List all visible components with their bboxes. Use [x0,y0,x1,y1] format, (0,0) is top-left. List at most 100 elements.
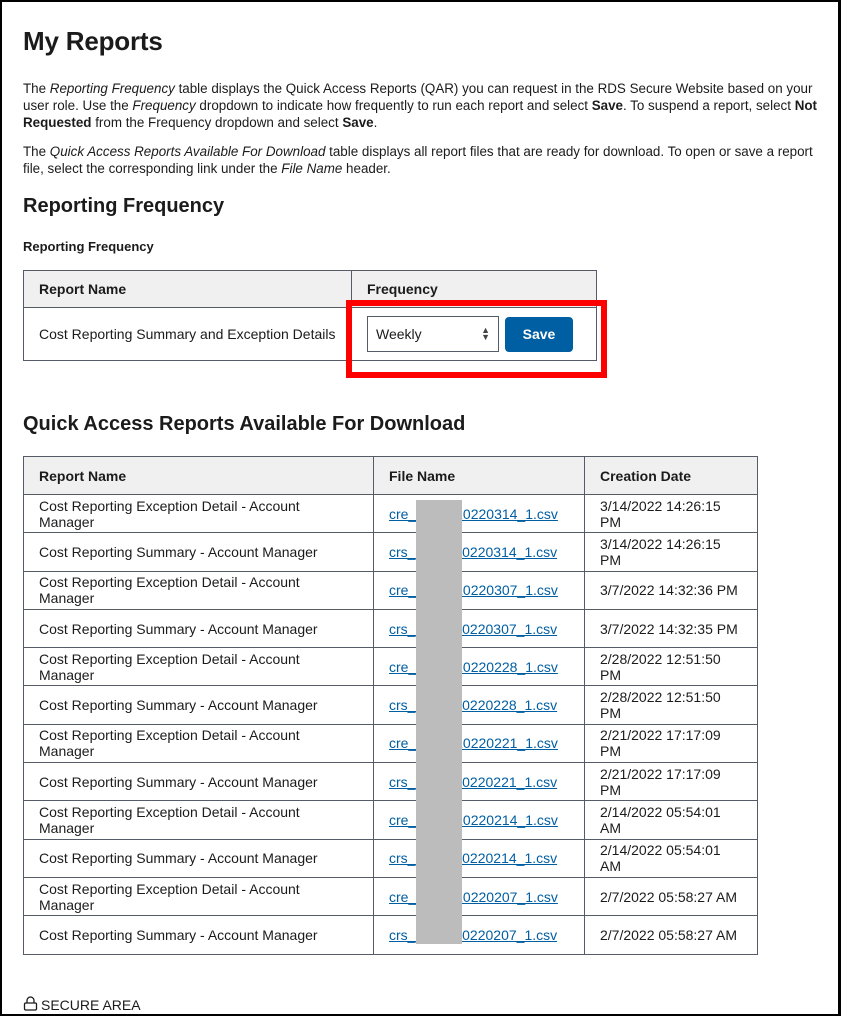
file-prefix: cre_ [389,582,417,599]
file-name-cell: cre_ _20220214_1.csv [373,800,585,840]
report-name-cell: Cost Reporting Exception Detail - Accoun… [23,800,374,840]
column-header-frequency: Frequency [351,270,597,308]
file-prefix: cre_ [389,812,417,829]
report-name-cell: Cost Reporting Summary - Account Manager [23,915,374,955]
file-suffix: _20220207_1.csv [447,888,558,905]
file-prefix: crs_ [389,773,416,790]
creation-date-cell: 2/7/2022 05:58:27 AM [584,915,758,955]
file-name-cell: crs_ _20220307_1.csv [373,608,585,649]
file-download-link[interactable]: cre_ _20220207_1.csv [389,889,558,905]
page-frame: My Reports The Reporting Frequency table… [0,0,841,1016]
creation-date-cell: 2/7/2022 05:58:27 AM [584,876,758,917]
report-name-cell: Cost Reporting Exception Detail - Accoun… [23,876,374,917]
file-prefix: cre_ [389,735,417,752]
column-header-report-name: Report Name [23,270,352,308]
text: header. [342,161,391,176]
frequency-select[interactable]: Weekly ▲ ▼ [367,316,499,352]
table-row: Cost Reporting Summary - Account Manager… [23,915,758,955]
report-name-cell: Cost Reporting Exception Detail - Accoun… [23,570,374,610]
creation-date-cell: 3/7/2022 14:32:35 PM [584,608,758,649]
report-name-cell: Cost Reporting Summary - Account Manager [23,838,374,878]
file-download-link[interactable]: crs_ _20220314_1.csv [389,544,557,560]
downloads-table: Report Name File Name Creation Date Cost… [23,456,758,955]
file-suffix: _20220221_1.csv [446,773,558,790]
creation-date-cell: 2/21/2022 17:17:09 PM [584,762,758,802]
table-row: Cost Reporting Summary - Account Manager… [23,608,758,649]
frequency-select-value: Weekly [376,326,422,342]
lock-icon [23,996,38,1014]
report-name-cell: Cost Reporting Summary - Account Manager [23,685,374,725]
text: dropdown to indicate how frequently to r… [195,98,592,113]
creation-date-cell: 2/14/2022 05:54:01 AM [584,800,758,840]
reporting-frequency-caption: Reporting Frequency [23,239,154,254]
text: . [373,115,378,130]
table-row: Cost Reporting Summary - Account Manager… [23,685,758,725]
table-header-row: Report Name File Name Creation Date [23,456,758,495]
report-name-cell: Cost Reporting Summary - Account Manager [23,762,374,802]
report-name-cell: Cost Reporting Exception Detail - Accoun… [23,647,374,687]
file-download-link[interactable]: crs_ _20220214_1.csv [389,850,557,866]
table-row: Cost Reporting Summary - Account Manager… [23,532,758,572]
text: from the Frequency dropdown and select [91,115,343,130]
file-suffix: _20220221_1.csv [447,735,558,752]
text: . To suspend a report, select [622,98,795,113]
frequency-cell: Weekly ▲ ▼ Save [351,307,597,361]
file-suffix: _20220214_1.csv [446,850,558,867]
file-name-cell: cre_ _20220314_1.csv [373,493,585,534]
file-name-cell: cre_ _20220221_1.csv [373,723,585,764]
file-download-link[interactable]: cre_ _20220228_1.csv [389,659,558,675]
secure-area-indicator: SECURE AREA [23,996,141,1014]
save-button[interactable]: Save [505,316,573,352]
file-download-link[interactable]: cre_ _20220214_1.csv [389,812,558,828]
select-updown-icon: ▲ ▼ [481,325,490,342]
report-name-cell: Cost Reporting Exception Detail - Accoun… [23,723,374,764]
file-download-link[interactable]: cre_ _20220314_1.csv [389,506,558,522]
file-name-cell: cre_ _20220207_1.csv [373,876,585,917]
file-suffix: _20220228_1.csv [446,697,558,714]
file-name-cell: crs_ _20220314_1.csv [373,532,585,572]
table-row: Cost Reporting Summary - Account Manager… [23,838,758,878]
table-row: Cost Reporting Summary - Account Manager… [23,762,758,802]
report-name-cell: Cost Reporting Summary - Account Manager [23,608,374,649]
text-italic: File Name [281,161,343,176]
file-download-link[interactable]: crs_ _20220228_1.csv [389,697,557,713]
column-header-file-name: File Name [373,456,585,495]
text: The [23,81,50,96]
file-suffix: _20220228_1.csv [447,658,558,675]
file-suffix: _20220307_1.csv [446,620,558,637]
intro-paragraph-downloads: The Quick Access Reports Available For D… [23,143,833,177]
file-download-link[interactable]: crs_ _20220207_1.csv [389,927,557,943]
report-name-cell: Cost Reporting Summary and Exception Det… [23,307,352,361]
table-row: Cost Reporting Exception Detail - Accoun… [23,800,758,840]
file-download-link[interactable]: crs_ _20220307_1.csv [389,621,557,637]
file-download-link[interactable]: cre_ _20220307_1.csv [389,582,558,598]
creation-date-cell: 2/14/2022 05:54:01 AM [584,838,758,878]
text-italic: Quick Access Reports Available For Downl… [49,144,326,159]
creation-date-cell: 3/14/2022 14:26:15 PM [584,493,758,534]
creation-date-cell: 2/28/2022 12:51:50 PM [584,685,758,725]
redaction-block [416,500,462,944]
text-bold: Save [591,98,623,113]
table-row: Cost Reporting Exception Detail - Accoun… [23,647,758,687]
text: The [23,144,50,159]
creation-date-cell: 2/28/2022 12:51:50 PM [584,647,758,687]
file-prefix: crs_ [389,850,416,867]
file-name-cell: cre_ _20220228_1.csv [373,647,585,687]
file-suffix: _20220314_1.csv [447,505,558,522]
file-prefix: cre_ [389,888,417,905]
report-name-cell: Cost Reporting Summary - Account Manager [23,532,374,572]
column-header-creation-date: Creation Date [584,456,758,495]
file-suffix: _20220307_1.csv [447,582,558,599]
intro-paragraph-frequency: The Reporting Frequency table displays t… [23,80,833,131]
reporting-frequency-table: Report Name Frequency Cost Reporting Sum… [23,270,597,361]
file-name-cell: cre_ _20220307_1.csv [373,570,585,610]
table-header-row: Report Name Frequency [23,270,597,308]
table-row: Cost Reporting Exception Detail - Accoun… [23,493,758,534]
file-download-link[interactable]: cre_ _20220221_1.csv [389,735,558,751]
file-suffix: _20220207_1.csv [446,926,558,943]
text-bold: Save [342,115,374,130]
file-download-link[interactable]: crs_ _20220221_1.csv [389,774,557,790]
table-row: Cost Reporting Exception Detail - Accoun… [23,570,758,610]
file-prefix: crs_ [389,697,416,714]
file-suffix: _20220314_1.csv [446,543,558,560]
